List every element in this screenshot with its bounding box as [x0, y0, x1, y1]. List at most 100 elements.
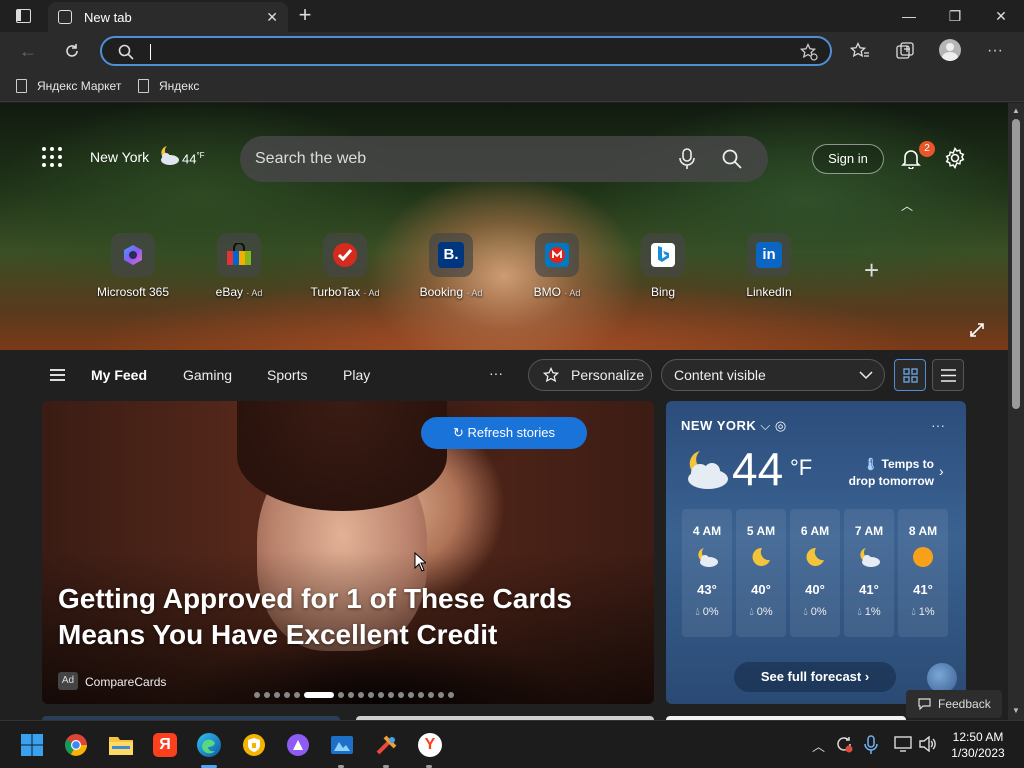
collapse-chevron-icon[interactable]: ︿	[901, 197, 913, 214]
carousel-dot[interactable]	[254, 692, 260, 698]
profile-avatar[interactable]	[939, 39, 961, 61]
weather-city[interactable]: NEW YORK ⌵ ◎	[681, 418, 787, 434]
carousel-dot[interactable]	[428, 692, 434, 698]
story-source[interactable]: CompareCards	[85, 675, 166, 689]
carousel-dot[interactable]	[418, 692, 424, 698]
quick-link-linkedin[interactable]: in LinkedIn	[729, 233, 809, 299]
weather-alert[interactable]: 🌡︎ Temps to drop tomorrow	[834, 456, 934, 490]
carousel-dot[interactable]	[348, 692, 354, 698]
carousel-dot[interactable]	[398, 692, 404, 698]
refresh-stories-button[interactable]: ↻ Refresh stories	[421, 417, 587, 449]
sync-icon[interactable]	[835, 735, 853, 753]
weather-more-button[interactable]: ···	[931, 417, 945, 433]
menu-icon[interactable]	[50, 369, 65, 381]
app-launcher-icon[interactable]	[42, 147, 62, 167]
carousel-dot[interactable]	[338, 692, 344, 698]
address-input[interactable]	[150, 44, 151, 60]
carousel-dot[interactable]	[438, 692, 444, 698]
close-window-button[interactable]: ✕	[978, 0, 1024, 32]
grid-layout-button[interactable]	[894, 359, 926, 391]
tab-new-tab[interactable]: New tab ✕	[48, 2, 288, 32]
address-bar[interactable]	[100, 36, 832, 66]
weather-location[interactable]: New York	[90, 149, 149, 165]
hourly-forecast-item[interactable]: 5 AM 40° 💧︎ 0%	[736, 509, 786, 637]
security-app-taskbar-button[interactable]	[240, 731, 268, 759]
hourly-forecast-item[interactable]: 4 AM 43° 💧︎ 0%	[682, 509, 732, 637]
microphone-icon[interactable]	[679, 148, 695, 170]
volume-icon[interactable]	[919, 736, 937, 752]
gear-icon[interactable]	[944, 147, 966, 169]
carousel-dot[interactable]	[304, 692, 334, 698]
carousel-dot[interactable]	[408, 692, 414, 698]
weather-assistant-icon[interactable]	[927, 663, 957, 693]
scroll-up-icon[interactable]: ▲	[1012, 106, 1020, 115]
quick-link-booking[interactable]: B. Booking · Ad	[411, 233, 491, 299]
tab-gaming[interactable]: Gaming	[183, 367, 232, 383]
system-clock[interactable]: 12:50 AM 1/30/2023	[946, 729, 1010, 761]
weather-unit[interactable]: °F	[790, 455, 812, 481]
more-tabs-button[interactable]: ···	[489, 365, 503, 381]
search-icon[interactable]	[722, 149, 742, 169]
app-taskbar-button[interactable]	[328, 731, 356, 759]
yandex-browser-taskbar-button[interactable]: Я	[151, 731, 179, 759]
tab-play[interactable]: Play	[343, 367, 370, 383]
featured-story-card[interactable]: ↻ Refresh stories Getting Approved for 1…	[42, 401, 654, 704]
minimize-button[interactable]: —	[886, 0, 932, 32]
feedback-button[interactable]: Feedback	[906, 690, 1002, 718]
tab-my-feed[interactable]: My Feed	[91, 367, 147, 383]
back-button[interactable]: ←	[13, 36, 43, 66]
carousel-dot[interactable]	[284, 692, 290, 698]
scroll-down-icon[interactable]: ▼	[1012, 706, 1020, 715]
carousel-dot[interactable]	[378, 692, 384, 698]
settings-menu-button[interactable]: ···	[980, 36, 1010, 66]
carousel-dot[interactable]	[448, 692, 454, 698]
chrome-taskbar-button[interactable]	[62, 731, 90, 759]
tab-actions-icon[interactable]	[16, 9, 31, 23]
page-scrollbar[interactable]: ▲ ▼	[1008, 103, 1024, 720]
story-headline[interactable]: Getting Approved for 1 of These Cards Me…	[58, 581, 648, 653]
favorite-yandex[interactable]: Яндекс	[138, 76, 199, 96]
favorite-yandex-market[interactable]: Яндекс Маркет	[16, 76, 121, 96]
content-visibility-dropdown[interactable]: Content visible	[661, 359, 885, 391]
start-button[interactable]	[18, 731, 46, 759]
sign-in-button[interactable]: Sign in	[812, 144, 884, 174]
hourly-forecast-item[interactable]: 7 AM 41° 💧︎ 1%	[844, 509, 894, 637]
web-search-box[interactable]: Search the web	[240, 136, 768, 182]
tools-taskbar-button[interactable]	[373, 731, 401, 759]
weather-temperature[interactable]: 44°F	[182, 151, 205, 166]
favorites-icon[interactable]	[850, 42, 870, 60]
weather-card[interactable]: NEW YORK ⌵ ◎ ··· 44 °F 🌡︎ Temps to drop …	[666, 401, 966, 704]
edge-taskbar-button[interactable]	[195, 731, 223, 759]
carousel-dot[interactable]	[274, 692, 280, 698]
carousel-dot[interactable]	[358, 692, 364, 698]
personalize-button[interactable]: Personalize	[528, 359, 652, 391]
quick-link-ebay[interactable]: eBay · Ad	[199, 233, 279, 299]
list-layout-button[interactable]	[932, 359, 964, 391]
carousel-dot[interactable]	[264, 692, 270, 698]
quick-link-bing[interactable]: Bing	[623, 233, 703, 299]
carousel-dot[interactable]	[368, 692, 374, 698]
refresh-button[interactable]	[57, 36, 87, 66]
see-full-forecast-button[interactable]: See full forecast ›	[734, 662, 896, 692]
hourly-forecast-item[interactable]: 6 AM 40° 💧︎ 0%	[790, 509, 840, 637]
scrollbar-thumb[interactable]	[1012, 119, 1020, 409]
expand-icon[interactable]	[969, 322, 985, 338]
chevron-right-icon[interactable]: ›	[939, 463, 944, 479]
quick-link-turbotax[interactable]: TurboTax · Ad	[305, 233, 385, 299]
add-favorite-icon[interactable]	[800, 43, 818, 61]
tab-close-icon[interactable]: ✕	[266, 9, 278, 26]
restore-button[interactable]: ❐	[932, 0, 978, 32]
network-icon[interactable]	[894, 736, 912, 752]
microphone-icon[interactable]	[864, 735, 878, 755]
carousel-dot[interactable]	[388, 692, 394, 698]
collections-icon[interactable]	[895, 42, 915, 60]
quick-link-microsoft365[interactable]: Microsoft 365	[93, 233, 173, 299]
tray-overflow-chevron-icon[interactable]: ︿	[812, 736, 825, 755]
yandex-taskbar-button[interactable]: Y	[416, 731, 444, 759]
carousel-dot[interactable]	[294, 692, 300, 698]
add-quick-link-button[interactable]: +	[864, 257, 879, 283]
carousel-indicator[interactable]	[254, 692, 454, 698]
alice-taskbar-button[interactable]	[284, 731, 312, 759]
hourly-forecast-item[interactable]: 8 AM 41° 💧︎ 1%	[898, 509, 948, 637]
new-tab-button[interactable]: +	[292, 3, 318, 29]
